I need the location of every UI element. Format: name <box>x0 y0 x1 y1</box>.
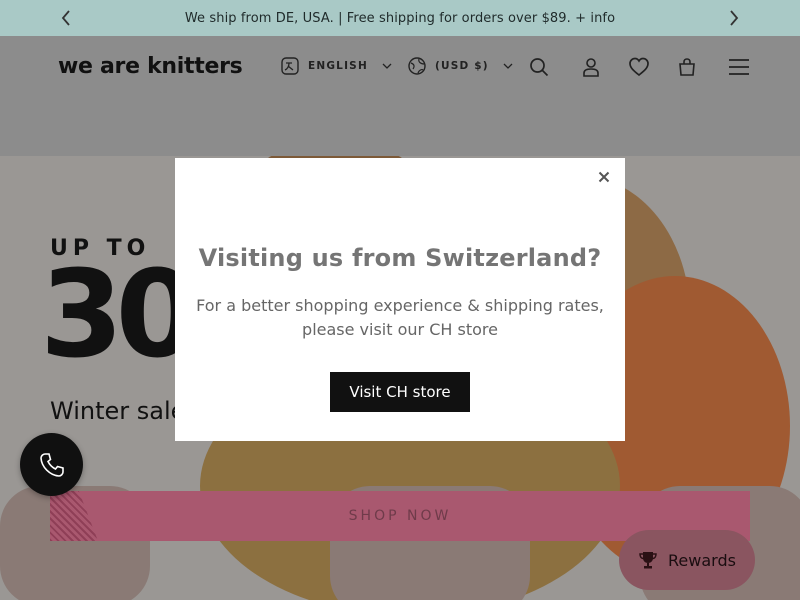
globe-icon <box>408 57 426 75</box>
translate-icon <box>281 57 299 75</box>
close-icon[interactable] <box>595 168 613 186</box>
site-header: we are knitters ENGLISH (USD $) <box>0 36 800 156</box>
hero-discount: 30 <box>40 246 199 385</box>
phone-call-button[interactable] <box>20 433 83 496</box>
bag-icon[interactable] <box>676 56 698 78</box>
site-logo[interactable]: we are knitters <box>58 54 243 79</box>
chevron-right-icon[interactable] <box>724 8 744 28</box>
menu-icon[interactable] <box>728 56 750 78</box>
currency-label: (USD $) <box>435 60 489 72</box>
currency-selector[interactable]: (USD $) <box>407 56 513 76</box>
modal-title: Visiting us from Switzerland? <box>198 244 602 272</box>
phone-icon <box>39 452 64 477</box>
shop-now-label: SHOP NOW <box>348 508 452 524</box>
rewards-label: Rewards <box>668 550 736 570</box>
button-pattern <box>50 491 98 541</box>
language-selector[interactable]: ENGLISH <box>280 56 392 76</box>
heart-icon[interactable] <box>628 56 650 78</box>
modal-body: For a better shopping experience & shipp… <box>196 296 604 339</box>
announcement-text[interactable]: We ship from DE, USA. | Free shipping fo… <box>185 11 615 26</box>
trophy-icon <box>639 552 657 569</box>
rewards-button[interactable]: Rewards <box>619 530 755 590</box>
chevron-down-icon <box>382 63 392 69</box>
chevron-down-icon <box>503 63 513 69</box>
geo-redirect-modal: Visiting us from Switzerland? For a bett… <box>175 158 625 441</box>
user-icon[interactable] <box>580 56 602 78</box>
language-label: ENGLISH <box>308 60 368 72</box>
visit-store-button[interactable]: Visit CH store <box>330 372 470 412</box>
announcement-bar: We ship from DE, USA. | Free shipping fo… <box>0 0 800 36</box>
search-icon[interactable] <box>528 56 550 78</box>
chevron-left-icon[interactable] <box>56 8 76 28</box>
